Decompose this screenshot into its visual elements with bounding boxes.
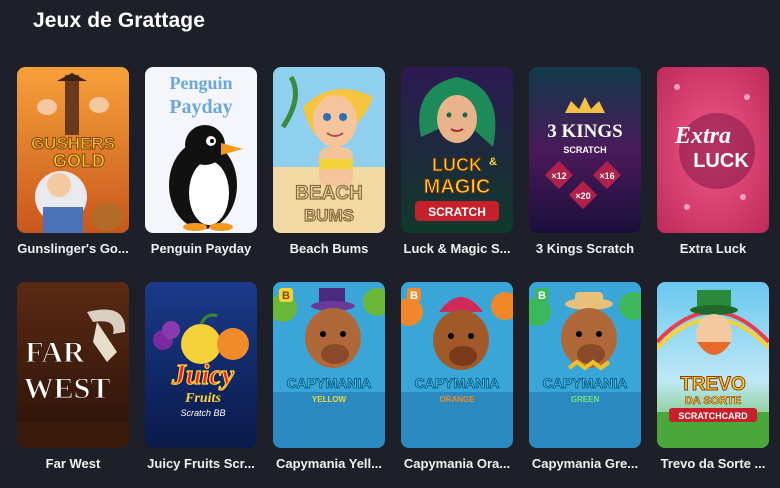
game-thumbnail[interactable]: Extra LUCK (657, 67, 769, 233)
game-thumbnail[interactable]: LUCK & MAGIC SCRATCH (401, 67, 513, 233)
art-text: SCRATCHCARD (678, 411, 748, 421)
art-text: CAPYMANIA (415, 375, 500, 391)
game-title[interactable]: Beach Bums (270, 241, 388, 256)
art-text: Scratch BB (180, 408, 225, 418)
game-title[interactable]: Trevo da Sorte ... (654, 456, 772, 471)
game-thumbnail[interactable]: B CAPYMANIA ORANGE (401, 282, 513, 448)
art-text: ×16 (599, 171, 614, 181)
art-text: B (538, 290, 546, 302)
art-text: BEACH (295, 183, 363, 204)
art-text: & (489, 156, 497, 168)
game-card-capymania-yellow[interactable]: B CAPYMANIA YELLOW Capymania Yell... (273, 282, 385, 471)
game-card-juicy-fruits[interactable]: Juicy Fruits Scratch BB Juicy Fruits Scr… (145, 282, 257, 471)
game-title[interactable]: Juicy Fruits Scr... (142, 456, 260, 471)
game-title[interactable]: Capymania Ora... (398, 456, 516, 471)
art-text: FAR (25, 336, 85, 369)
game-card-capymania-green[interactable]: B CAPYMANIA GREEN Capymania Gre... (529, 282, 641, 471)
game-title[interactable]: Penguin Payday (142, 241, 260, 256)
art-text: SCRATCH (428, 205, 486, 219)
game-title[interactable]: Gunslinger's Go... (14, 241, 132, 256)
art-text: Payday (169, 96, 232, 118)
art-text: GOLD (53, 151, 105, 171)
art-text: Penguin (169, 73, 232, 93)
game-card-capymania-orange[interactable]: B CAPYMANIA ORANGE Capymania Ora... (401, 282, 513, 471)
section-title: Jeux de Grattage (33, 9, 205, 32)
art-text: CAPYMANIA (287, 375, 372, 391)
game-card-3-kings-scratch[interactable]: 3 KINGS SCRATCH ×12 ×16 ×20 3 Kings Scra… (529, 67, 641, 256)
art-text: MAGIC (424, 176, 491, 198)
art-text: ×12 (551, 171, 566, 181)
game-card-gunslingers-gold[interactable]: GUSHERS GOLD Gunslinger's Go... (17, 67, 129, 256)
game-title[interactable]: Far West (14, 456, 132, 471)
game-card-extra-luck[interactable]: Extra LUCK Extra Luck (657, 67, 769, 256)
art-text: Fruits (184, 391, 221, 406)
art-text: B (410, 290, 418, 302)
art-text: CAPYMANIA (543, 375, 628, 391)
game-thumbnail[interactable]: TREVO DA SORTE SCRATCHCARD (657, 282, 769, 448)
art-text: LUCK (432, 155, 482, 175)
game-card-luck-magic[interactable]: LUCK & MAGIC SCRATCH Luck & Magic S... (401, 67, 513, 256)
game-thumbnail[interactable]: 3 KINGS SCRATCH ×12 ×16 ×20 (529, 67, 641, 233)
art-text: ORANGE (439, 395, 475, 404)
game-title[interactable]: Capymania Yell... (270, 456, 388, 471)
game-thumbnail[interactable]: Penguin Payday (145, 67, 257, 233)
art-text: DA SORTE (685, 395, 741, 407)
game-title[interactable]: 3 Kings Scratch (526, 241, 644, 256)
art-text: SCRATCH (563, 145, 606, 155)
art-text: TREVO (680, 374, 745, 395)
art-text: 3 KINGS (547, 121, 623, 142)
art-text: LUCK (693, 150, 749, 172)
game-title[interactable]: Capymania Gre... (526, 456, 644, 471)
art-text: GREEN (571, 395, 600, 404)
game-card-trevo-da-sorte[interactable]: TREVO DA SORTE SCRATCHCARD Trevo da Sort… (657, 282, 769, 471)
game-thumbnail[interactable]: GUSHERS GOLD (17, 67, 129, 233)
art-text: WEST (24, 372, 111, 405)
game-thumbnail[interactable]: B CAPYMANIA YELLOW (273, 282, 385, 448)
art-text: YELLOW (312, 395, 347, 404)
art-text: Extra (674, 123, 731, 149)
game-card-penguin-payday[interactable]: Penguin Payday Penguin Payday (145, 67, 257, 256)
art-text: B (282, 290, 290, 302)
game-card-far-west[interactable]: FAR WEST Far West (17, 282, 129, 471)
game-title[interactable]: Luck & Magic S... (398, 241, 516, 256)
art-text: BUMS (304, 206, 354, 225)
game-thumbnail[interactable]: B CAPYMANIA GREEN (529, 282, 641, 448)
game-title[interactable]: Extra Luck (654, 241, 772, 256)
art-text: Juicy (171, 360, 235, 391)
game-thumbnail[interactable]: FAR WEST (17, 282, 129, 448)
game-thumbnail[interactable]: Juicy Fruits Scratch BB (145, 282, 257, 448)
game-card-beach-bums[interactable]: BEACH BUMS Beach Bums (273, 67, 385, 256)
art-text: ×20 (575, 191, 590, 201)
game-thumbnail[interactable]: BEACH BUMS (273, 67, 385, 233)
